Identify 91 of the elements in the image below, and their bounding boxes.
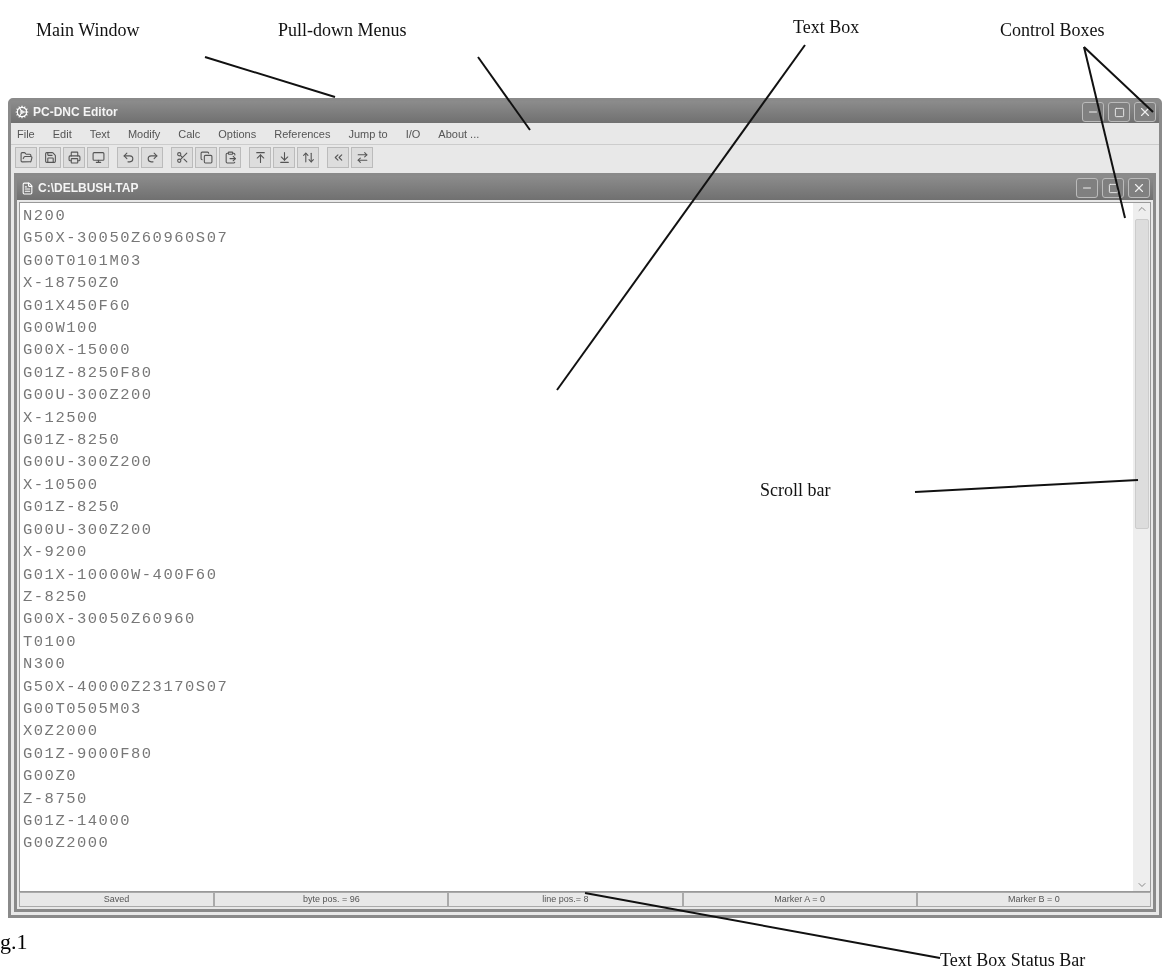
menu-item[interactable]: File — [17, 127, 35, 140]
code-line: G00T0101M03 — [23, 250, 142, 272]
figure-caption: g.1 — [0, 930, 28, 954]
code-line: G01Z-9000F80 — [23, 743, 153, 765]
toolbar-button[interactable] — [39, 146, 61, 168]
code-line: G00U-300Z200 — [23, 385, 153, 407]
callout-label: Pull-down Menus — [278, 20, 407, 41]
status-cell: line pos.= 8 — [448, 892, 683, 907]
code-line: Z-8250 — [23, 586, 88, 608]
code-line: G50X-40000Z23170S07 — [23, 676, 229, 698]
code-line: G01Z-8250F80 — [23, 362, 153, 384]
code-line: G01Z-8250 — [23, 430, 121, 452]
toolbar-button[interactable] — [327, 146, 349, 168]
code-line: G50X-30050Z60960S07 — [23, 228, 229, 250]
toolbar-button[interactable] — [351, 146, 373, 168]
code-line: X-12500 — [23, 407, 99, 429]
code-line: G00T0505M03 — [23, 698, 142, 720]
code-line: Z-8750 — [23, 788, 88, 810]
code-line: X-10500 — [23, 474, 99, 496]
code-line: X-18750Z0 — [23, 273, 121, 295]
code-line: G01Z-14000 — [23, 810, 131, 832]
toolbar-button[interactable] — [219, 146, 241, 168]
printer-icon — [67, 150, 81, 164]
monitor-icon — [91, 150, 105, 164]
undo-icon — [121, 150, 135, 164]
document-icon — [21, 181, 34, 195]
menu-item[interactable]: Modify — [127, 127, 161, 140]
callout-label: Main Window — [36, 20, 140, 41]
close-button[interactable] — [1134, 102, 1156, 122]
status-cell: Saved — [19, 892, 215, 907]
scissors-icon — [175, 150, 189, 164]
toolbar-button[interactable] — [273, 146, 295, 168]
code-line: G01X-10000W-400F60 — [23, 564, 218, 586]
code-line: N200 — [23, 206, 67, 227]
menu-item[interactable]: Jump to — [348, 127, 388, 140]
toolbar-button[interactable] — [249, 146, 271, 168]
toolbar-button[interactable] — [171, 146, 193, 168]
status-cell: Marker B = 0 — [916, 892, 1151, 907]
code-line: G00Z0 — [23, 766, 77, 788]
close-icon — [1132, 181, 1146, 195]
redo-icon — [145, 150, 159, 164]
swap-arrows-icon — [355, 150, 369, 164]
code-line: G00X-30050Z60960 — [23, 609, 196, 631]
minimize-button[interactable] — [1082, 102, 1104, 122]
status-cell: Marker A = 0 — [682, 892, 917, 907]
code-line: G01X450F60 — [23, 295, 131, 317]
arrow-to-bottom-icon — [277, 150, 291, 164]
callout-label: Control Boxes — [1000, 20, 1105, 41]
arrow-to-top-icon — [253, 150, 267, 164]
toolbar-button[interactable] — [117, 146, 139, 168]
close-icon — [1138, 105, 1152, 119]
callout-label: Text Box Status Bar — [940, 950, 1086, 971]
paste-icon — [223, 150, 237, 164]
code-line: G00U-300Z200 — [23, 519, 153, 541]
maximize-button[interactable] — [1102, 178, 1124, 198]
toolbar-button[interactable] — [15, 146, 37, 168]
up-down-arrow-icon — [301, 150, 315, 164]
maximize-icon — [1107, 182, 1119, 194]
status-cell: byte pos. = 96 — [214, 892, 449, 907]
menu-item[interactable]: I/O — [405, 127, 421, 140]
menu-item[interactable]: Text — [89, 127, 110, 140]
app-icon — [15, 105, 29, 119]
code-line: G00X-15000 — [23, 340, 131, 362]
menu-item[interactable]: Calc — [178, 127, 201, 140]
maximize-icon — [1113, 106, 1125, 118]
menu-item[interactable]: Options — [218, 127, 257, 140]
toolbar-button[interactable] — [297, 146, 319, 168]
toolbar-button[interactable] — [141, 146, 163, 168]
code-line: X0Z2000 — [23, 721, 99, 743]
code-line: G00Z2000 — [23, 833, 110, 855]
code-line: G01Z-8250 — [23, 497, 121, 519]
scroll-bar[interactable] — [1133, 203, 1150, 891]
toolbar-button[interactable] — [195, 146, 217, 168]
scroll-thumb[interactable] — [1134, 219, 1149, 529]
window-title: PC-DNC Editor — [33, 105, 119, 119]
menu-item[interactable]: References — [274, 127, 331, 140]
code-line: N300 — [23, 654, 67, 676]
menu-item[interactable]: Edit — [52, 127, 72, 140]
code-line: X-9200 — [23, 542, 88, 564]
open-icon — [19, 150, 33, 164]
code-line: G00U-300Z200 — [23, 452, 153, 474]
callout-label: Text Box — [793, 17, 860, 38]
code-line: T0100 — [23, 631, 77, 653]
code-line: G00W100 — [23, 318, 99, 340]
copy-icon — [199, 150, 213, 164]
save-icon — [43, 150, 57, 164]
callout-label: Scroll bar — [760, 480, 831, 501]
toolbar-button[interactable] — [63, 146, 85, 168]
menu-item[interactable]: About ... — [438, 127, 480, 140]
document-title: C:\DELBUSH.TAP — [38, 181, 140, 195]
toolbar-button[interactable] — [87, 146, 109, 168]
